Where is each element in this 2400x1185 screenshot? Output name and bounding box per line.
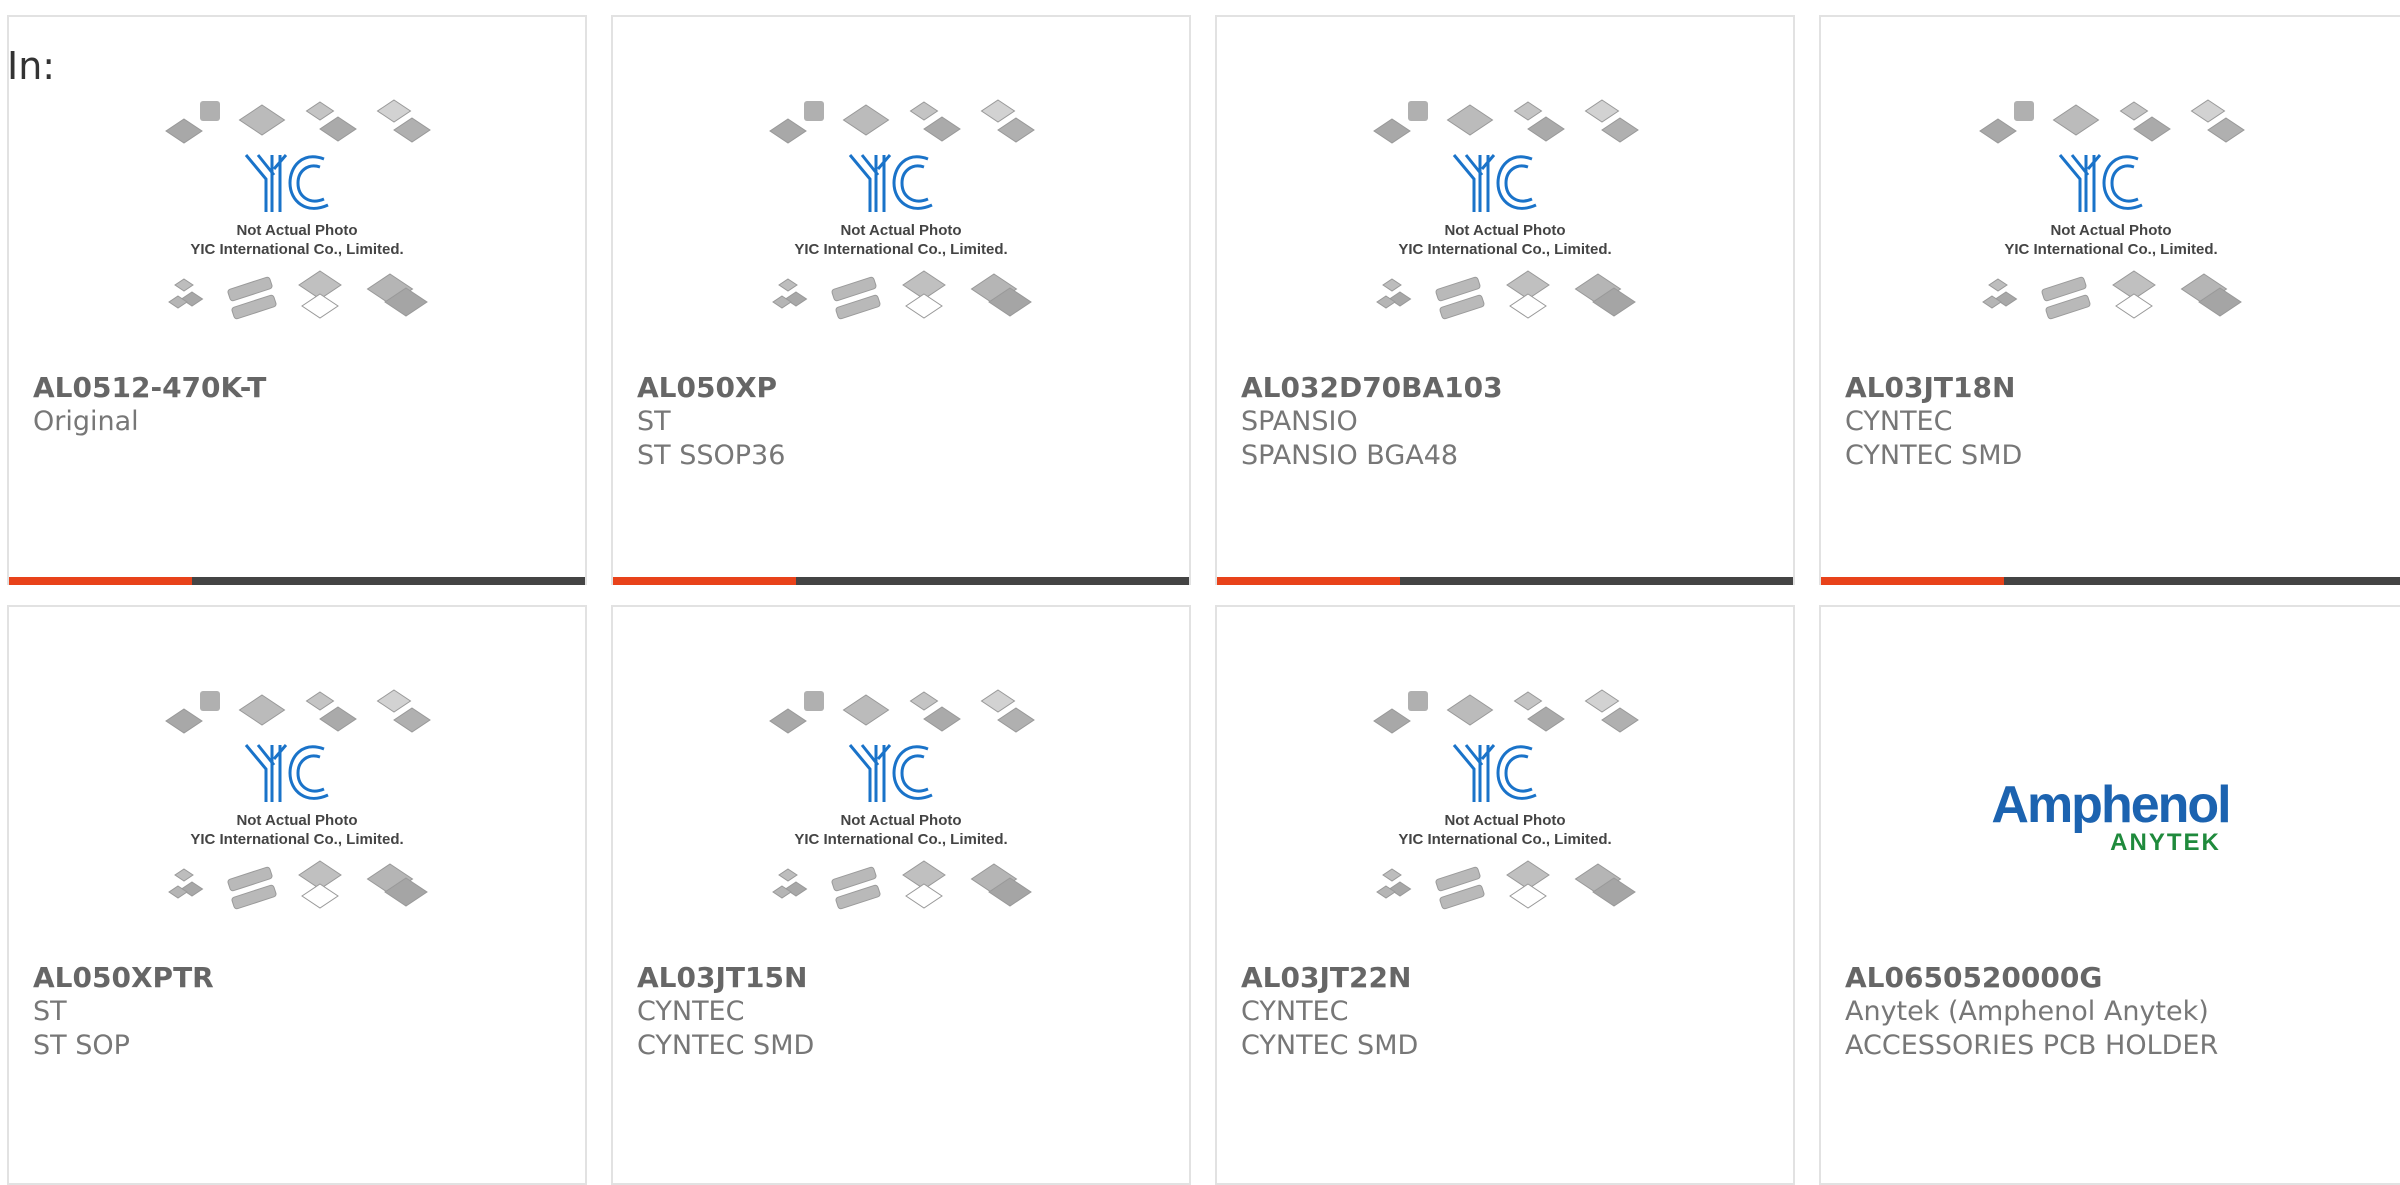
part-number[interactable]: AL03JT15N [637, 961, 1179, 995]
yic-placeholder-graphic: Not Actual Photo YIC International Co., … [1373, 689, 1639, 910]
yic-logo [848, 744, 933, 802]
part-number[interactable]: AL03JT22N [1241, 961, 1783, 995]
amphenol-anytek-logo[interactable]: Amphenol ANYTEK [1821, 779, 2400, 855]
description: ACCESSORIES PCB HOLDER [1845, 1030, 2219, 1061]
product-photo-placeholder[interactable]: Not Actual Photo YIC International Co., … [9, 97, 585, 357]
description: CYNTEC SMD [1241, 1030, 1419, 1061]
manufacturer: SPANSIO [1241, 406, 1358, 437]
chip-icons-top [165, 689, 431, 734]
placeholder-caption-1: Not Actual Photo [840, 222, 961, 239]
placeholder-caption-1: Not Actual Photo [1444, 222, 1565, 239]
placeholder-caption-1: Not Actual Photo [236, 812, 357, 829]
chip-icons-top [165, 99, 431, 144]
product-photo-placeholder[interactable]: Not Actual Photo YIC International Co., … [613, 97, 1189, 357]
card-accent-bar [9, 577, 585, 585]
product-photo-placeholder[interactable]: Not Actual Photo YIC International Co., … [1821, 97, 2400, 357]
part-number[interactable]: AL050XP [637, 371, 1179, 405]
placeholder-caption-2: YIC International Co., Limited. [190, 241, 403, 258]
part-number[interactable]: AL03JT18N [1845, 371, 2390, 405]
part-number[interactable]: AL032D70BA103 [1241, 371, 1783, 405]
product-card[interactable]: Not Actual Photo YIC International Co., … [1819, 15, 2400, 585]
part-number[interactable]: AL050XPTR [33, 961, 575, 995]
product-card[interactable]: Not Actual Photo YIC International Co., … [1215, 15, 1795, 585]
yic-logo [1452, 744, 1537, 802]
amphenol-logo-text: Amphenol [1991, 776, 2231, 834]
manufacturer: ST [33, 996, 67, 1027]
placeholder-caption-2: YIC International Co., Limited. [794, 831, 1007, 848]
yic-placeholder-graphic: Not Actual Photo YIC International Co., … [769, 689, 1035, 910]
yic-logo [2058, 154, 2143, 212]
yic-logo [244, 744, 329, 802]
chip-icons-bottom [1981, 270, 2242, 320]
manufacturer: CYNTEC [637, 996, 745, 1027]
placeholder-caption-1: Not Actual Photo [840, 812, 961, 829]
product-card[interactable]: Not Actual Photo YIC International Co., … [611, 605, 1191, 1185]
yic-placeholder-graphic: Not Actual Photo YIC International Co., … [165, 689, 431, 910]
card-accent-bar [1821, 577, 2400, 585]
placeholder-caption-2: YIC International Co., Limited. [2004, 241, 2217, 258]
product-card[interactable]: Amphenol ANYTEK AL0650520000G Anytek (Am… [1819, 605, 2400, 1185]
chip-icons-bottom [168, 270, 428, 320]
chip-icons-top [769, 99, 1035, 144]
yic-placeholder-graphic: Not Actual Photo YIC International Co., … [1978, 99, 2245, 320]
placeholder-caption-2: YIC International Co., Limited. [190, 831, 403, 848]
manufacturer: Anytek (Amphenol Anytek) [1845, 996, 2209, 1027]
manufacturer: Original [33, 406, 139, 437]
placeholder-caption-1: Not Actual Photo [2050, 222, 2171, 239]
anytek-logo-text: ANYTEK [2110, 829, 2221, 856]
product-photo-placeholder[interactable]: Not Actual Photo YIC International Co., … [613, 687, 1189, 947]
yic-logo [1452, 154, 1537, 212]
description: CYNTEC SMD [1845, 440, 2023, 471]
product-card[interactable]: Not Actual Photo YIC International Co., … [1215, 605, 1795, 1185]
in-label: In: [7, 44, 56, 88]
chip-icons-top [769, 689, 1035, 734]
yic-logo [244, 154, 329, 212]
yic-placeholder-graphic: Not Actual Photo YIC International Co., … [165, 99, 431, 320]
description: CYNTEC SMD [637, 1030, 815, 1061]
placeholder-caption-2: YIC International Co., Limited. [794, 241, 1007, 258]
chip-icons-bottom [772, 270, 1032, 320]
placeholder-caption-2: YIC International Co., Limited. [1398, 831, 1611, 848]
manufacturer: CYNTEC [1241, 996, 1349, 1027]
product-photo-placeholder[interactable]: Not Actual Photo YIC International Co., … [9, 687, 585, 947]
chip-icons-bottom [772, 860, 1032, 910]
product-card[interactable]: Not Actual Photo YIC International Co., … [611, 15, 1191, 585]
product-card[interactable]: Not Actual Photo YIC International Co., … [7, 15, 587, 585]
product-card[interactable]: Not Actual Photo YIC International Co., … [7, 605, 587, 1185]
description: ST SOP [33, 1030, 130, 1061]
product-photo-placeholder[interactable]: Not Actual Photo YIC International Co., … [1217, 97, 1793, 357]
chip-icons-top [1978, 99, 2245, 144]
product-photo-placeholder[interactable]: Not Actual Photo YIC International Co., … [1217, 687, 1793, 947]
placeholder-caption-2: YIC International Co., Limited. [1398, 241, 1611, 258]
manufacturer: CYNTEC [1845, 406, 1953, 437]
placeholder-caption-1: Not Actual Photo [236, 222, 357, 239]
manufacturer: ST [637, 406, 671, 437]
chip-icons-bottom [1376, 270, 1636, 320]
part-number[interactable]: AL0650520000G [1845, 961, 2390, 995]
yic-placeholder-graphic: Not Actual Photo YIC International Co., … [1373, 99, 1639, 320]
card-accent-bar [1217, 577, 1793, 585]
description: SPANSIO BGA48 [1241, 440, 1459, 471]
placeholder-caption-1: Not Actual Photo [1444, 812, 1565, 829]
yic-logo [848, 154, 933, 212]
chip-icons-top [1373, 99, 1639, 144]
yic-placeholder-graphic: Not Actual Photo YIC International Co., … [769, 99, 1035, 320]
chip-icons-bottom [168, 860, 428, 910]
description: ST SSOP36 [637, 440, 786, 471]
chip-icons-top [1373, 689, 1639, 734]
part-number[interactable]: AL0512-470K-T [33, 371, 575, 405]
card-accent-bar [613, 577, 1189, 585]
chip-icons-bottom [1376, 860, 1636, 910]
